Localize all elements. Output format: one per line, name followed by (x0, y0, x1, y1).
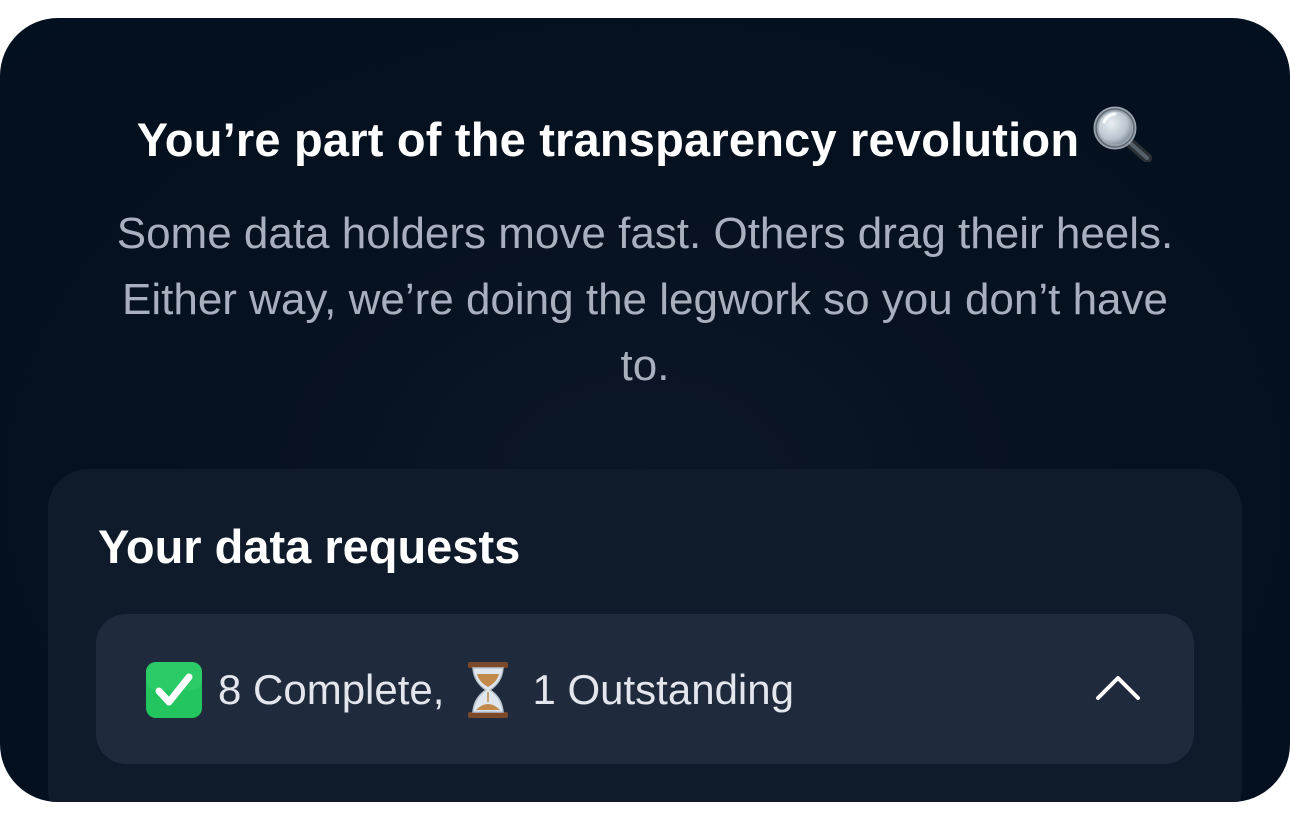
check-mark-icon (146, 662, 202, 718)
chevron-up-icon[interactable] (1094, 670, 1142, 706)
page-headline: You’re part of the transparency revoluti… (0, 106, 1290, 173)
hourglass-icon (466, 662, 510, 718)
magnifying-glass-icon (1091, 106, 1153, 173)
transparency-panel: You’re part of the transparency revoluti… (0, 18, 1290, 802)
headline-text: You’re part of the transparency revoluti… (136, 113, 1080, 166)
card-title: Your data requests (98, 520, 521, 573)
outstanding-count: 1 Outstanding (532, 666, 794, 713)
complete-count: 8 Complete, (218, 666, 445, 713)
headline-description: Some data holders move fast. Others drag… (116, 209, 1174, 390)
data-requests-card: Your data requests 8 Complete, 1 Outstan… (48, 469, 1242, 802)
requests-summary-toggle[interactable]: 8 Complete, 1 Outstanding (96, 614, 1194, 764)
requests-summary: 8 Complete, 1 Outstanding (146, 662, 794, 718)
